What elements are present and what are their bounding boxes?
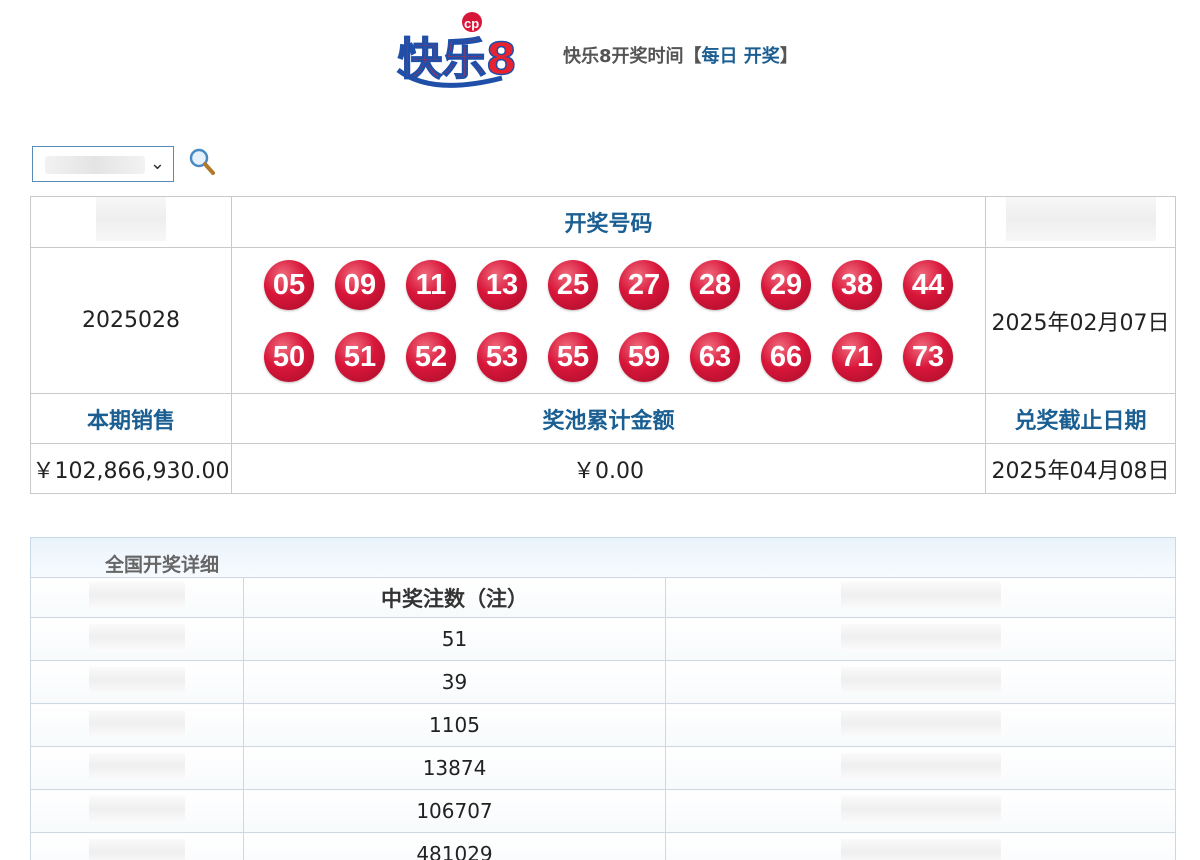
prize-level-cell (30, 832, 244, 860)
prize-header-cell (30, 577, 244, 618)
winner-count: 13874 (243, 746, 666, 790)
svg-text:快乐8: 快乐8 (398, 34, 517, 85)
masked-cell (840, 623, 1001, 650)
draw-date: 2025年02月07日 (985, 247, 1176, 394)
prize-amount-cell (665, 660, 1176, 704)
table-row: 106707 (30, 789, 1176, 833)
prize-level-cell (30, 660, 244, 704)
ball-number: 50 (264, 331, 314, 382)
prize-amount-cell (665, 789, 1176, 833)
chevron-down-icon: ⌄ (149, 153, 165, 174)
prize-amount-cell (665, 703, 1176, 747)
issue-number: 2025028 (30, 247, 232, 394)
table-row: 481029 (30, 832, 1176, 860)
prize-level-cell (30, 789, 244, 833)
winner-count: 1105 (243, 703, 666, 747)
masked-header (96, 197, 166, 241)
masked-header (1005, 197, 1156, 241)
winner-count: 106707 (243, 789, 666, 833)
ball-number: 29 (761, 259, 811, 310)
table-row: 1105 (30, 703, 1176, 747)
ball-number: 09 (335, 259, 385, 310)
deadline-header: 兑奖截止日期 (985, 393, 1176, 444)
happy8-logo: cp 快乐8 (396, 12, 517, 88)
draw-time-label: 快乐8开奖时间【 (563, 46, 702, 67)
prize-level-cell (30, 746, 244, 790)
detail-rows: 51 39 1105 13874 106707 481029 (30, 617, 1176, 860)
masked-cell (840, 752, 1001, 779)
masked-cell (89, 752, 185, 779)
national-details: 全国开奖详细 中奖注数（注） 51 39 1105 13874 106707 481029 (30, 537, 1176, 860)
ball-number: 44 (903, 259, 953, 310)
deadline-value: 2025年04月08日 (985, 443, 1176, 494)
ball-number: 25 (548, 259, 598, 310)
ball-number: 73 (903, 331, 953, 382)
masked-cell (89, 795, 185, 822)
masked-cell (840, 709, 1001, 736)
pool-header: 奖池累计金额 (231, 393, 986, 444)
ball-number: 66 (761, 331, 811, 382)
prize-amount-cell (665, 832, 1176, 860)
date-header-cell (985, 196, 1176, 248)
issue-header-cell (30, 196, 232, 248)
draw-numbers-header: 开奖号码 (231, 196, 986, 248)
prize-amount-cell (665, 746, 1176, 790)
prize-amount-cell (665, 617, 1176, 661)
issue-select[interactable]: ⌄ (32, 146, 174, 182)
details-caption-text: 全国开奖详细 (105, 554, 220, 576)
ball-number: 13 (477, 259, 527, 310)
details-table: 中奖注数（注） 51 39 1105 13874 106707 481029 (30, 577, 1176, 860)
ball-number: 63 (690, 331, 740, 382)
table-row: 39 (30, 660, 1176, 704)
ball-number: 59 (619, 331, 669, 382)
ball-number: 38 (832, 259, 882, 310)
svg-text:cp: cp (464, 16, 479, 31)
winners-header: 中奖注数（注） (243, 577, 666, 618)
draw-time-info: 快乐8开奖时间【每日 开奖】 (563, 42, 798, 68)
masked-header (89, 582, 185, 608)
ball-cell: 05 09 11 13 25 27 28 29 38 44 50 51 52 53 55 59 63 66 71 73 (231, 247, 986, 394)
masked-cell (89, 709, 185, 736)
ball-number: 51 (335, 331, 385, 382)
ball-number: 52 (406, 331, 456, 382)
details-caption: 全国开奖详细 (30, 537, 1176, 577)
draw-time-value: 每日 开奖 (701, 46, 780, 67)
ball-number: 27 (619, 259, 669, 310)
winner-count: 51 (243, 617, 666, 661)
search-icon[interactable] (188, 147, 216, 177)
ball-number: 11 (406, 259, 456, 310)
draw-results-table: 开奖号码 2025028 05 09 11 13 25 27 28 29 38 44 50 51 52 5… (30, 196, 1176, 494)
table-row: 51 (30, 617, 1176, 661)
prize-level-cell (30, 617, 244, 661)
winner-count: 39 (243, 660, 666, 704)
winning-balls: 05 09 11 13 25 27 28 29 38 44 50 51 52 53 55 59 63 66 71 73 (232, 254, 985, 388)
sales-header: 本期销售 (30, 393, 232, 444)
ball-number: 55 (548, 331, 598, 382)
amount-header-cell (665, 577, 1176, 618)
masked-cell (89, 623, 185, 650)
ball-number: 28 (690, 259, 740, 310)
winner-count: 481029 (243, 832, 666, 860)
pool-value: ￥0.00 (231, 443, 986, 494)
ball-number: 71 (832, 331, 882, 382)
masked-cell (89, 666, 185, 693)
masked-cell (89, 838, 185, 860)
masked-cell (840, 666, 1001, 693)
page-header: cp 快乐8 快乐8开奖时间【每日 开奖】 (0, 0, 1200, 110)
sales-value: ￥102,866,930.00 (30, 443, 232, 494)
masked-cell (840, 838, 1001, 860)
masked-header (840, 582, 1001, 608)
masked-cell (840, 795, 1001, 822)
ball-number: 53 (477, 331, 527, 382)
draw-time-close: 】 (779, 46, 798, 67)
table-row: 13874 (30, 746, 1176, 790)
issue-select-value (45, 156, 145, 174)
prize-level-cell (30, 703, 244, 747)
ball-number: 05 (264, 259, 314, 310)
